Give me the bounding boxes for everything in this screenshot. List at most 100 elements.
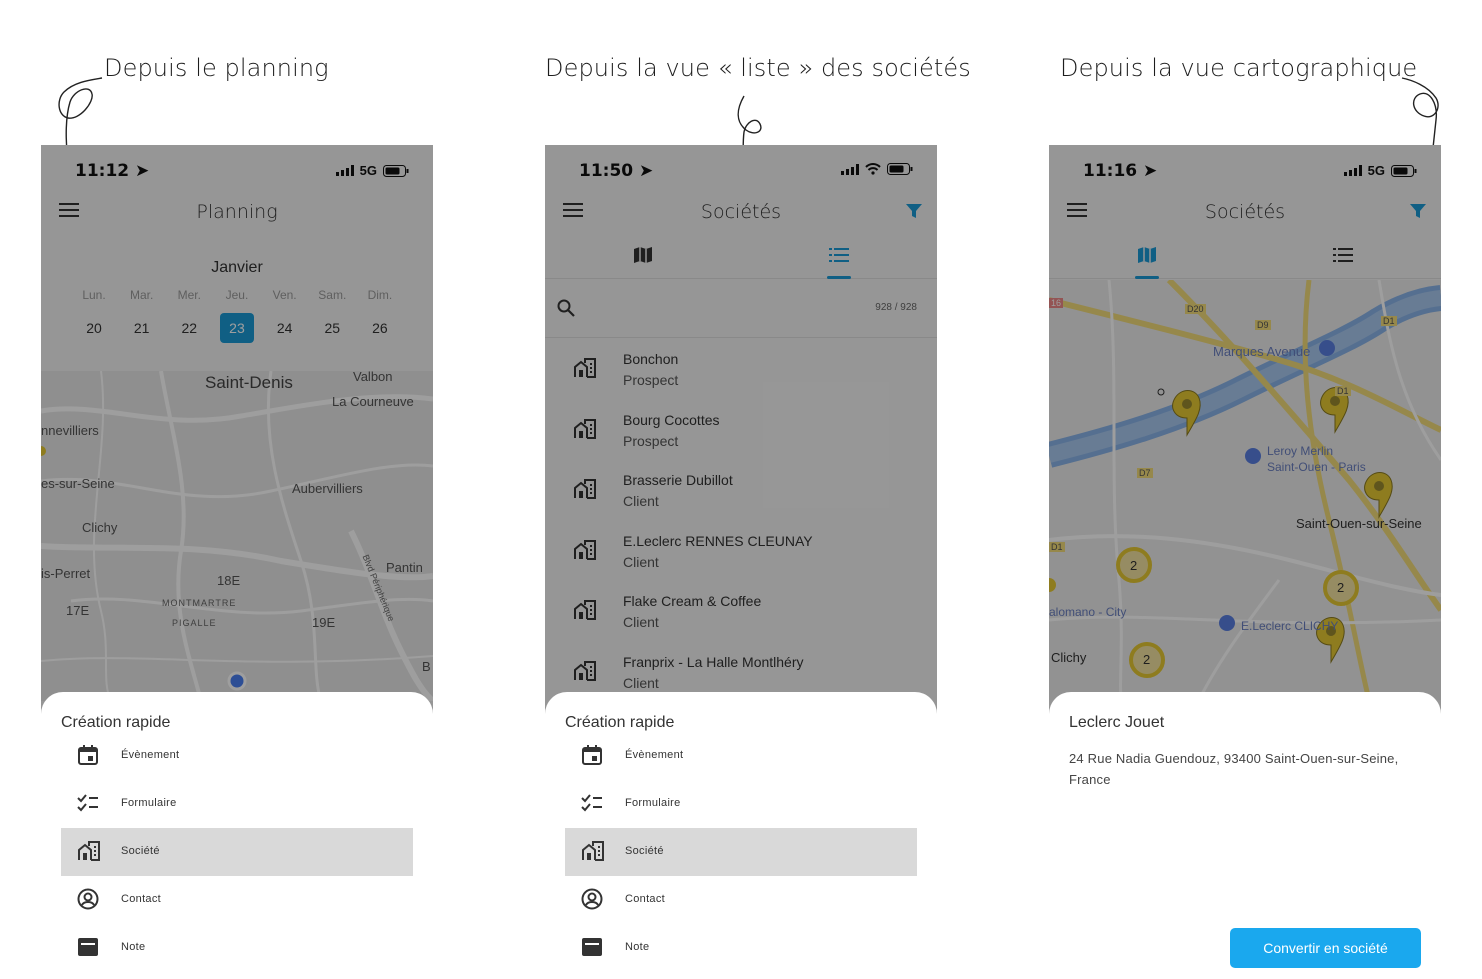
map-label: E.Leclerc CLICHY bbox=[1241, 619, 1339, 633]
location-icon: ➤ bbox=[135, 161, 150, 181]
filter-icon[interactable] bbox=[1409, 202, 1427, 220]
road-label: 16 bbox=[1049, 298, 1064, 308]
note-icon bbox=[582, 938, 602, 956]
date-row: 20 21 22 23 24 25 26 bbox=[77, 313, 397, 343]
battery-icon bbox=[383, 164, 409, 177]
list-item[interactable]: Bourg Cocottes Prospect bbox=[545, 400, 937, 461]
option-note[interactable]: Note bbox=[565, 924, 917, 972]
page-title: Sociétés bbox=[700, 201, 782, 223]
status-bar: 11:50 ➤ bbox=[545, 145, 937, 195]
page-title: Sociétés bbox=[1204, 201, 1286, 223]
weekday-label: Lun. bbox=[82, 288, 106, 302]
option-note[interactable]: Note bbox=[61, 924, 413, 972]
date-cell-selected[interactable]: 23 bbox=[219, 313, 254, 343]
caption-map: Depuis la vue cartographique bbox=[1060, 54, 1418, 82]
cluster-count[interactable]: 2 bbox=[1143, 652, 1150, 667]
quick-create-sheet: Création rapide Évènement Formulaire Soc… bbox=[545, 692, 937, 979]
tab-map[interactable] bbox=[545, 231, 741, 279]
weekday-label: Mer. bbox=[177, 288, 201, 302]
weekday-label: Ven. bbox=[272, 288, 297, 302]
company-name: Brasserie Dubillot bbox=[623, 472, 733, 488]
company-list: Bonchon Prospect Bourg Cocottes Prospect… bbox=[545, 339, 937, 702]
map-label: Valbon bbox=[353, 371, 393, 384]
option-company[interactable]: Société bbox=[61, 828, 413, 876]
company-name: E.Leclerc RENNES CLEUNAY bbox=[623, 532, 813, 549]
map-view[interactable]: Saint-Denis Valbon La Courneuve nnevilli… bbox=[41, 371, 433, 701]
page-title: Planning bbox=[196, 201, 278, 223]
weekday-label: Mar. bbox=[129, 288, 154, 302]
checklist-icon bbox=[77, 794, 98, 812]
date-cell[interactable]: 26 bbox=[363, 313, 397, 343]
sheet-title: Création rapide bbox=[565, 714, 675, 731]
list-icon bbox=[1333, 248, 1353, 262]
company-title: Leclerc Jouet bbox=[1069, 714, 1165, 731]
checklist-icon bbox=[581, 794, 602, 812]
company-icon bbox=[78, 841, 100, 861]
battery-icon bbox=[887, 163, 913, 175]
date-cell[interactable]: 22 bbox=[172, 313, 206, 343]
status-time: 11:50 bbox=[579, 161, 634, 181]
weekday-label: Sam. bbox=[318, 288, 347, 302]
cluster-count[interactable]: 2 bbox=[1130, 558, 1137, 573]
option-label: Formulaire bbox=[625, 797, 681, 809]
app-bar: Planning bbox=[41, 195, 433, 231]
map-label: Aubervilliers bbox=[292, 481, 363, 496]
view-tabs bbox=[1049, 231, 1441, 279]
option-event[interactable]: Évènement bbox=[565, 732, 917, 780]
tab-list[interactable] bbox=[1245, 231, 1441, 279]
status-bar: 11:12 ➤ 5G bbox=[41, 145, 433, 195]
map-label: B bbox=[422, 659, 431, 674]
company-address: 24 Rue Nadia Guendouz, 93400 Saint-Ouen-… bbox=[1069, 751, 1399, 787]
map-label: 17E bbox=[66, 603, 90, 618]
option-form[interactable]: Formulaire bbox=[565, 780, 917, 828]
user-circle-icon bbox=[77, 888, 99, 910]
option-company[interactable]: Société bbox=[565, 828, 917, 876]
result-count: 928 / 928 bbox=[875, 302, 917, 313]
calendar-icon bbox=[582, 745, 602, 765]
option-contact[interactable]: Contact bbox=[565, 876, 917, 924]
option-label: Société bbox=[121, 845, 160, 857]
cluster-count[interactable]: 2 bbox=[1337, 580, 1344, 595]
status-time: 11:12 bbox=[75, 161, 130, 181]
option-label: Société bbox=[625, 845, 664, 857]
filter-icon[interactable] bbox=[905, 202, 923, 220]
map-label: Saint-Ouen-sur-Seine bbox=[1296, 516, 1422, 531]
company-detail-sheet: Leclerc Jouet 24 Rue Nadia Guendouz, 934… bbox=[1049, 692, 1441, 979]
date-cell[interactable]: 24 bbox=[268, 313, 302, 343]
company-name: Franprix - La Halle Montlhéry bbox=[623, 653, 804, 670]
company-name: Bourg Cocottes bbox=[623, 411, 720, 428]
map-label: is-Perret bbox=[41, 566, 91, 581]
map-label: 19E bbox=[312, 615, 336, 630]
search-icon[interactable] bbox=[557, 299, 575, 317]
list-item[interactable]: Bonchon Prospect bbox=[545, 339, 937, 400]
company-name: Flake Cream & Coffee bbox=[623, 593, 762, 609]
date-cell[interactable]: 25 bbox=[315, 313, 349, 343]
list-item[interactable]: E.Leclerc RENNES CLEUNAY Client bbox=[545, 521, 937, 582]
week-calendar: Janvier Lun. Mar. Mer. Jeu. Ven. Sam. Di… bbox=[41, 231, 433, 371]
date-cell[interactable]: 20 bbox=[77, 313, 111, 343]
option-label: Contact bbox=[121, 893, 162, 905]
convert-to-company-button[interactable]: Convertir en société bbox=[1230, 928, 1421, 968]
status-time: 11:16 bbox=[1083, 161, 1138, 181]
note-icon bbox=[78, 938, 98, 956]
network-label: 5G bbox=[1367, 163, 1385, 178]
company-status: Client bbox=[623, 553, 659, 570]
company-status: Client bbox=[623, 674, 659, 691]
search-bar[interactable]: 928 / 928 bbox=[545, 280, 937, 338]
date-cell[interactable]: 21 bbox=[125, 313, 159, 343]
option-label: Formulaire bbox=[121, 797, 177, 809]
map-view[interactable]: Marques Avenue Leroy Merlin Saint-Ouen -… bbox=[1049, 280, 1441, 700]
user-circle-icon bbox=[581, 888, 603, 910]
option-form[interactable]: Formulaire bbox=[61, 780, 413, 828]
caption-list: Depuis la vue « liste » des sociétés bbox=[545, 54, 971, 82]
list-item[interactable]: Flake Cream & Coffee Client bbox=[545, 581, 937, 642]
option-event[interactable]: Évènement bbox=[61, 732, 413, 780]
battery-icon bbox=[1391, 164, 1417, 177]
tab-map[interactable] bbox=[1049, 231, 1245, 279]
map-icon bbox=[634, 247, 652, 263]
road-label: D1 bbox=[1335, 386, 1351, 396]
tab-list[interactable] bbox=[741, 231, 937, 279]
option-contact[interactable]: Contact bbox=[61, 876, 413, 924]
list-item[interactable]: Brasserie Dubillot Client bbox=[545, 460, 937, 521]
list-icon bbox=[829, 248, 849, 262]
